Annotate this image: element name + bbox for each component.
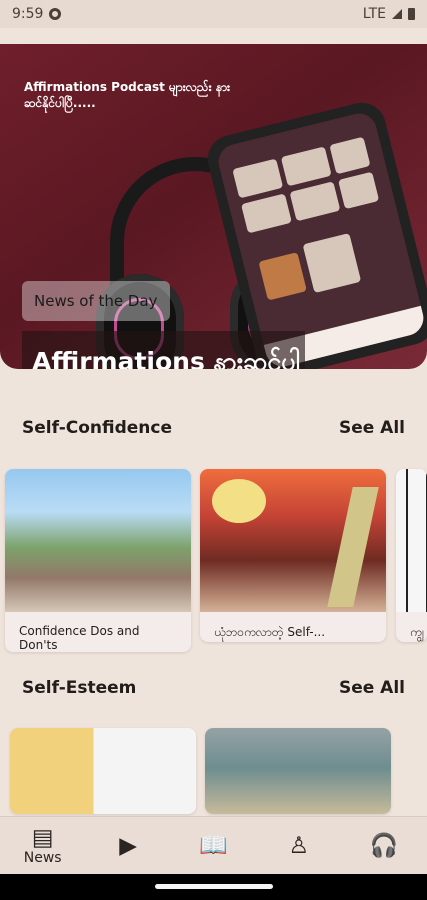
article-card[interactable]: Confidence Dos and Don'ts: [5, 469, 191, 652]
card-image: [200, 469, 386, 612]
video-icon: ▶: [119, 832, 137, 859]
meditation-icon: ♙: [288, 832, 310, 859]
section-title-self-confidence: Self-Confidence: [22, 418, 173, 438]
battery-icon: [408, 8, 415, 20]
nav-news-label: News: [23, 849, 62, 866]
banner-caption: Affirmations Podcast များလည်း နားဆင်နိုင…: [24, 80, 231, 110]
signal-icon: [392, 9, 402, 19]
home-indicator[interactable]: [155, 884, 273, 889]
nav-news[interactable]: ▤ News: [9, 826, 77, 866]
nav-meditation[interactable]: ♙: [265, 834, 333, 858]
see-all-self-confidence[interactable]: See All: [339, 418, 405, 438]
article-card-partial[interactable]: ကျွ: [396, 469, 427, 642]
article-card[interactable]: ယုံဘဝကလာတဲ့ Self-...: [200, 469, 386, 642]
card-title: Confidence Dos and Don'ts: [19, 624, 140, 652]
nav-video[interactable]: ▶: [94, 834, 162, 858]
settings-icon: [49, 8, 62, 20]
card-title: ကျွ: [410, 625, 424, 639]
book-icon: 📖: [199, 832, 228, 859]
article-card[interactable]: [10, 728, 196, 814]
card-image: [396, 469, 427, 612]
news-badge: News of the Day: [22, 281, 170, 321]
network-label: LTE: [362, 6, 386, 22]
card-image: [10, 728, 196, 814]
section-title-self-esteem: Self-Esteem: [22, 678, 137, 698]
article-card[interactable]: [205, 728, 391, 814]
time: 9:59: [12, 6, 44, 22]
nav-audio[interactable]: 🎧: [350, 834, 418, 858]
banner-headline: Affirmations နားဆင်ပါ: [22, 331, 305, 369]
card-image: [205, 728, 391, 814]
bottom-navigation: ▤ News ▶ 📖 ♙ 🎧: [0, 816, 427, 874]
card-title: ယုံဘဝကလာတဲ့ Self-...: [214, 625, 326, 639]
see-all-self-esteem[interactable]: See All: [339, 678, 405, 698]
card-image: [5, 469, 191, 612]
news-icon: ▤: [31, 824, 54, 851]
nav-book[interactable]: 📖: [179, 834, 247, 858]
featured-banner[interactable]: Affirmations Podcast များလည်း နားဆင်နိုင…: [0, 44, 427, 369]
status-bar: 9:59 LTE: [0, 0, 427, 28]
system-navigation-bar: [0, 874, 427, 900]
headphones-icon: 🎧: [369, 832, 399, 859]
